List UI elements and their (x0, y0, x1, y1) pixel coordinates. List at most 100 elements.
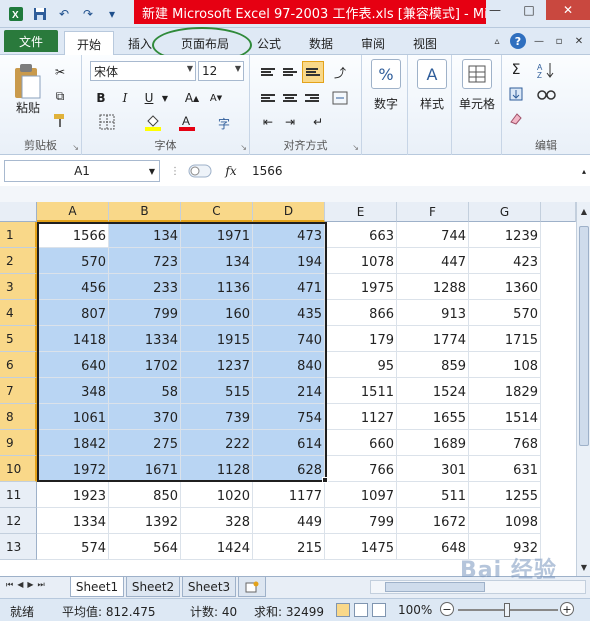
cell-a3[interactable]: 456 (37, 274, 109, 300)
minimize-icon[interactable]: — (478, 0, 512, 20)
cell-c7[interactable]: 515 (181, 378, 253, 404)
workbook-minimize-icon[interactable]: — (532, 34, 546, 48)
row-header[interactable]: 4 (0, 300, 37, 326)
cell-b3[interactable]: 233 (109, 274, 181, 300)
cell-d13[interactable]: 215 (253, 534, 325, 560)
shrink-font-icon[interactable]: A ▼ (206, 89, 226, 107)
cell-e10[interactable]: 766 (325, 456, 397, 482)
underline-button[interactable]: U (140, 89, 158, 107)
insert-function-icon[interactable]: fx (222, 160, 240, 182)
last-sheet-icon[interactable]: ⏭ (38, 580, 45, 590)
cell-g12[interactable]: 1098 (469, 508, 541, 534)
redo-icon[interactable]: ↷ (78, 4, 98, 24)
orientation-icon[interactable]: ⤴ (330, 63, 350, 81)
column-header-e[interactable]: E (325, 202, 397, 222)
cell-f5[interactable]: 1774 (397, 326, 469, 352)
name-box[interactable]: A1 ▼ (4, 160, 160, 182)
font-color-icon[interactable]: A (172, 113, 202, 131)
cell-c1[interactable]: 1971 (181, 222, 253, 248)
tab-view[interactable]: 视图 (404, 31, 446, 55)
cell-b12[interactable]: 1392 (109, 508, 181, 534)
sort-filter-icon[interactable]: AZ (534, 61, 560, 79)
column-header-empty[interactable] (541, 202, 576, 222)
fill-color-icon[interactable] (138, 113, 168, 131)
sheet-tab-sheet3[interactable]: Sheet3 (182, 577, 236, 597)
cell-a4[interactable]: 807 (37, 300, 109, 326)
cell-g3[interactable]: 1360 (469, 274, 541, 300)
cell-a2[interactable]: 570 (37, 248, 109, 274)
cell-c12[interactable]: 328 (181, 508, 253, 534)
formula-bar-toggle[interactable] (186, 160, 214, 182)
cell-g1[interactable]: 1239 (469, 222, 541, 248)
cell-c9[interactable]: 222 (181, 430, 253, 456)
first-sheet-icon[interactable]: ⏮ (6, 580, 13, 590)
cell-e8[interactable]: 1127 (325, 404, 397, 430)
cell-d12[interactable]: 449 (253, 508, 325, 534)
row-header[interactable]: 5 (0, 326, 37, 352)
tab-review[interactable]: 审阅 (352, 31, 394, 55)
tab-formulas[interactable]: 公式 (248, 31, 290, 55)
next-sheet-icon[interactable]: ▶ (27, 580, 33, 590)
row-header[interactable]: 12 (0, 508, 37, 534)
cell-c8[interactable]: 739 (181, 404, 253, 430)
bottom-align-icon[interactable] (302, 61, 324, 83)
row-header[interactable]: 8 (0, 404, 37, 430)
maximize-icon[interactable]: □ (512, 0, 546, 20)
cell-b5[interactable]: 1334 (109, 326, 181, 352)
phonetic-icon[interactable]: 字 (210, 113, 240, 131)
cell-b4[interactable]: 799 (109, 300, 181, 326)
expand-formula-icon[interactable]: ▴ (578, 160, 590, 182)
cell-f3[interactable]: 1288 (397, 274, 469, 300)
format-painter-icon[interactable] (50, 111, 70, 129)
cell-g9[interactable]: 768 (469, 430, 541, 456)
worksheet-grid[interactable]: A B C D E F G 1 1566 134 1971 473 663 744 1239 2 570 723 1… (0, 202, 576, 576)
cell-a1[interactable]: 1566 (37, 222, 109, 248)
row-header[interactable]: 7 (0, 378, 37, 404)
cell-e6[interactable]: 95 (325, 352, 397, 378)
italic-button[interactable]: I (116, 89, 134, 107)
collapse-ribbon-icon[interactable]: ▵ (490, 34, 504, 48)
clipboard-launcher-icon[interactable]: ↘ (72, 143, 79, 152)
row-header[interactable]: 10 (0, 456, 37, 482)
cell-b9[interactable]: 275 (109, 430, 181, 456)
prev-sheet-icon[interactable]: ◀ (17, 580, 23, 590)
cell-d8[interactable]: 754 (253, 404, 325, 430)
clear-icon[interactable] (506, 109, 526, 127)
row-header[interactable]: 9 (0, 430, 37, 456)
cell-a6[interactable]: 640 (37, 352, 109, 378)
cell-e5[interactable]: 179 (325, 326, 397, 352)
cell-f8[interactable]: 1655 (397, 404, 469, 430)
cell-d11[interactable]: 1177 (253, 482, 325, 508)
bold-button[interactable]: B (92, 89, 110, 107)
excel-logo-icon[interactable]: X (6, 4, 26, 24)
row-header[interactable]: 1 (0, 222, 37, 248)
cell-d5[interactable]: 740 (253, 326, 325, 352)
cell-g2[interactable]: 423 (469, 248, 541, 274)
row-header[interactable]: 6 (0, 352, 37, 378)
cell-d7[interactable]: 214 (253, 378, 325, 404)
cell-e2[interactable]: 1078 (325, 248, 397, 274)
cell-d6[interactable]: 840 (253, 352, 325, 378)
column-header-g[interactable]: G (469, 202, 541, 222)
fill-handle[interactable] (322, 477, 328, 483)
cell-g8[interactable]: 1514 (469, 404, 541, 430)
cell-d2[interactable]: 194 (253, 248, 325, 274)
cell-e11[interactable]: 1097 (325, 482, 397, 508)
cell-a12[interactable]: 1334 (37, 508, 109, 534)
cell-c11[interactable]: 1020 (181, 482, 253, 508)
cell-c5[interactable]: 1915 (181, 326, 253, 352)
cell-b2[interactable]: 723 (109, 248, 181, 274)
find-select-icon[interactable] (534, 85, 560, 103)
save-icon[interactable] (30, 4, 50, 24)
page-layout-view-icon[interactable] (354, 603, 368, 617)
cell-a10[interactable]: 1972 (37, 456, 109, 482)
zoom-in-icon[interactable]: + (560, 602, 574, 616)
select-all-corner[interactable] (0, 202, 37, 222)
row-header[interactable]: 13 (0, 534, 37, 560)
cell-f13[interactable]: 648 (397, 534, 469, 560)
cell-g10[interactable]: 631 (469, 456, 541, 482)
cell-g4[interactable]: 570 (469, 300, 541, 326)
fill-icon[interactable] (506, 85, 526, 103)
paste-button-label[interactable]: 粘贴 (12, 99, 44, 115)
scroll-up-icon[interactable]: ▲ (577, 204, 590, 218)
